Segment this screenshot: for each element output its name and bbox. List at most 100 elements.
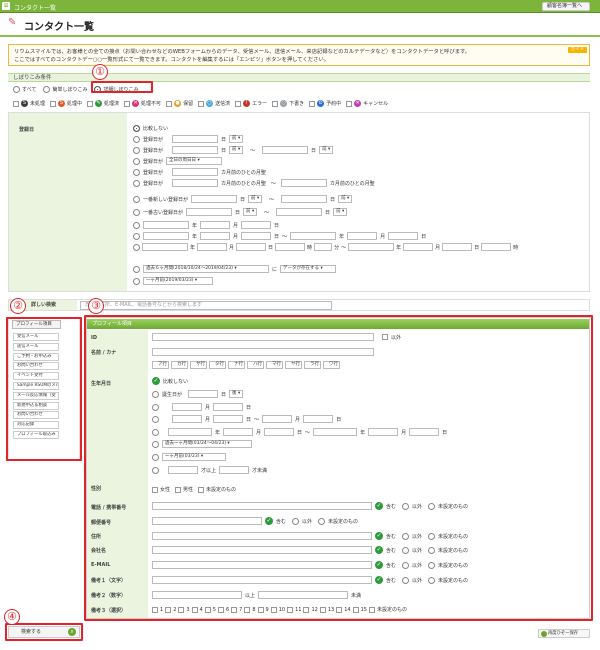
date-before-select[interactable]: 前 ▾ (229, 135, 244, 143)
date-type-radio[interactable] (133, 157, 140, 165)
status-checkbox[interactable] (309, 100, 316, 107)
date-recent6-radio[interactable] (133, 265, 140, 273)
date-opt-nolimit[interactable]: 比較しない (133, 125, 168, 132)
guide-button[interactable]: ガイド (567, 47, 587, 53)
date-ymdhm-year-input[interactable] (142, 243, 188, 251)
status-checkbox[interactable] (272, 100, 279, 107)
status-checkbox[interactable] (50, 100, 57, 107)
date-oldest-to-day: 日 (325, 209, 331, 216)
date-oldest-from-select[interactable]: 前 ▾ (243, 208, 258, 216)
date-monthago-select[interactable]: 一ヶ月前(2019/03/23) ▾ (143, 277, 213, 285)
date-latest-from-input[interactable] (191, 195, 238, 203)
date-opt-monthago[interactable]: 一ヶ月前(2019/03/23) ▾ (133, 277, 213, 285)
date-opt-range[interactable]: 登録日が日前 ▾ 〜日前 ▾ (133, 146, 334, 154)
date-opt-oldest[interactable]: 一番古い登録日が日前 ▾ 〜日前 ▾ (133, 208, 348, 216)
date-ymdhm-year2-input[interactable] (348, 243, 395, 251)
date-opt-ymdhm[interactable]: 年 月 日 時 分〜 年 月 日 時 (133, 243, 518, 251)
date-opt-ymd-range[interactable]: 年月日〜年月日 (133, 232, 426, 240)
date-ymd-range-radio[interactable] (133, 232, 140, 240)
status-checkbox[interactable] (124, 100, 131, 107)
date-ymd-year-input[interactable] (143, 221, 189, 229)
date-recent6-select[interactable]: 過去６ヶ月間(2018/10/24〜2019/04/23) ▾ (143, 265, 269, 273)
date-opt-months[interactable]: 登録日が カ月前のひとの月聖 (133, 168, 266, 176)
date-range-to-day: 日 (311, 147, 317, 154)
date-monthago-radio[interactable] (133, 277, 140, 285)
status-option[interactable]: ○ 送信済 (198, 100, 230, 107)
date-oldest-to-input[interactable] (276, 208, 323, 216)
date-range-from-select[interactable]: 前 ▾ (229, 146, 244, 154)
date-ymdr-day-input[interactable] (241, 232, 272, 240)
date-months-range-from-unit: カ月前のひとの月聖 (221, 180, 266, 187)
status-option[interactable]: ✎ 処理済 (87, 100, 119, 107)
date-ymdhm-month-input[interactable] (197, 243, 228, 251)
date-oldest-from-input[interactable] (186, 208, 233, 216)
date-before-radio[interactable] (133, 135, 140, 143)
date-recent6-cond-select[interactable]: データが存在する ▾ (280, 265, 337, 273)
date-opt-months-range[interactable]: 登録日が カ月前のひとの月聖〜カ月前のひとの月聖 (133, 179, 375, 187)
date-before-select-value: 前 (232, 136, 237, 141)
date-ymdhm-min-input[interactable] (314, 243, 333, 251)
status-checkbox[interactable] (87, 100, 94, 107)
date-range-to-input[interactable] (262, 146, 309, 154)
date-ymdhm-tilde: 〜 (341, 244, 347, 251)
date-months-range-to-input[interactable] (280, 179, 327, 187)
date-opt-type[interactable]: 登録日が 全日の周日日 ▾ (133, 157, 223, 165)
date-oldest-radio[interactable] (133, 208, 140, 216)
date-ymdr-month2-input[interactable] (347, 232, 378, 240)
date-ymdhm-day-input[interactable] (236, 243, 267, 251)
date-ymdhm-hour2-input[interactable] (481, 243, 512, 251)
date-range-radio[interactable] (133, 146, 140, 154)
date-ymdhm-day2-input[interactable] (442, 243, 473, 251)
status-option[interactable]: ✕ キャンセル (346, 100, 388, 107)
date-range-to-select[interactable]: 前 ▾ (319, 146, 334, 154)
date-oldest-to-select[interactable]: 前 ▾ (333, 208, 348, 216)
date-latest-to-select[interactable]: 前 ▾ (338, 195, 353, 203)
date-opt-latest[interactable]: 一番新しい登録日が日前 ▾ 〜日前 ▾ (133, 195, 353, 203)
date-ymdr-day2-input[interactable] (388, 232, 419, 240)
mode-simple[interactable]: 簡単しぼりこみ (43, 86, 87, 93)
customer-list-button[interactable]: 顧客名簿一覧へ (542, 2, 590, 11)
status-option[interactable]: ◌ 下書き (272, 100, 304, 107)
date-months-range-from-input[interactable] (172, 179, 219, 187)
date-ymdhm-month2-input[interactable] (403, 243, 434, 251)
status-option[interactable]: ⏲ 予約中 (309, 100, 341, 107)
status-option[interactable]: ✕ 処理不可 (124, 100, 161, 107)
date-ymdr-month-input[interactable] (200, 232, 231, 240)
date-ymdr-year-input[interactable] (143, 232, 189, 240)
status-checkbox[interactable] (198, 100, 205, 107)
date-range-from-day: 日 (221, 147, 227, 154)
status-checkbox[interactable] (235, 100, 242, 107)
status-checkbox[interactable] (346, 100, 353, 107)
date-months-range-radio[interactable] (133, 179, 140, 187)
status-option[interactable]: S 未処理 (13, 100, 45, 107)
date-type-select[interactable]: 全日の周日日 ▾ (166, 157, 223, 165)
date-ymd-month-input[interactable] (200, 221, 231, 229)
date-ymdhm-radio[interactable] (133, 243, 140, 251)
mode-simple-radio[interactable] (43, 86, 51, 93)
date-ymdhm-hour-input[interactable] (275, 243, 306, 251)
save-filter-button[interactable]: 再度ひぞー保存 (538, 629, 590, 638)
status-option[interactable]: ! エラー (235, 100, 267, 107)
status-option[interactable]: S 処理中 (50, 100, 82, 107)
date-ymdr-year2-input[interactable] (290, 232, 337, 240)
date-ymd-radio[interactable] (133, 221, 140, 229)
mode-all-radio[interactable] (13, 86, 20, 93)
date-months-input[interactable] (172, 168, 219, 176)
date-ymd-day-input[interactable] (241, 221, 272, 229)
status-option[interactable]: ● 保留 (166, 100, 193, 107)
date-latest-from-select[interactable]: 前 ▾ (248, 195, 263, 203)
search-input[interactable]: 氏名、住所、E-MAIL、電話番号などから検索します (80, 301, 332, 310)
date-before-input[interactable] (172, 135, 219, 143)
date-opt-recent6[interactable]: 過去６ヶ月間(2018/10/24〜2019/04/23) ▾ にデータが存在する… (133, 265, 337, 273)
date-latest-radio[interactable] (133, 195, 140, 203)
status-checkbox[interactable] (166, 100, 173, 107)
date-months-radio[interactable] (133, 168, 140, 176)
status-checkbox[interactable] (13, 100, 19, 107)
date-latest-to-input[interactable] (281, 195, 328, 203)
date-opt-ymd[interactable]: 年月日 (133, 221, 279, 229)
date-opt-before[interactable]: 登録日が 日前 ▾ (133, 135, 244, 143)
date-range-from-input[interactable] (172, 146, 219, 154)
date-nolimit-radio[interactable] (133, 125, 140, 132)
mode-all[interactable]: すべて (13, 86, 36, 93)
date-oldest-tilde: 〜 (264, 209, 270, 216)
